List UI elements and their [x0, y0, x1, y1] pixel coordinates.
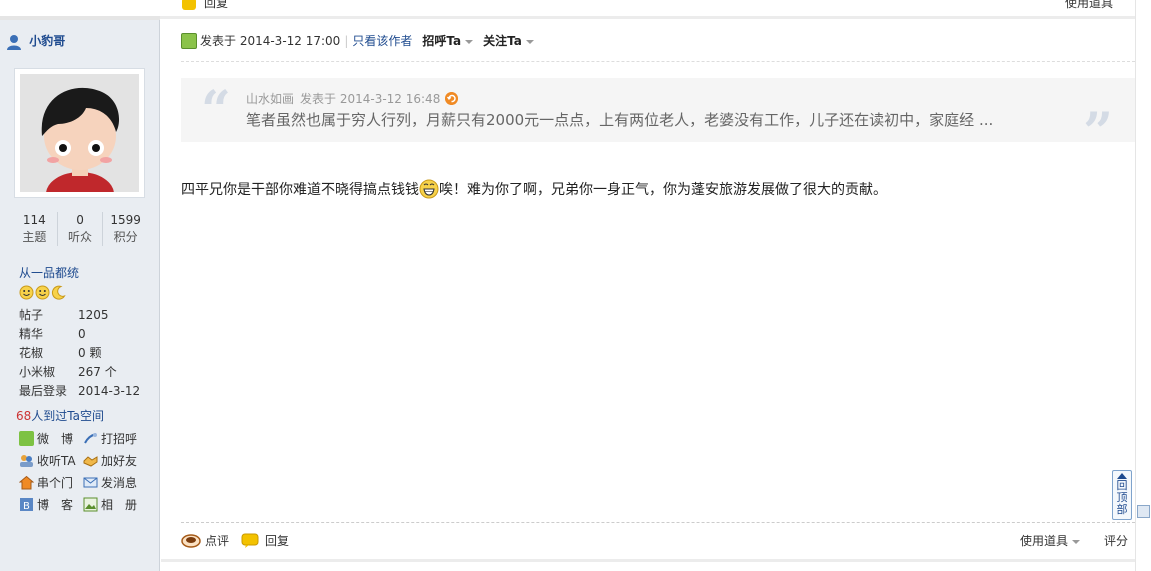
add-friend-button[interactable]: 加好友 — [83, 452, 149, 468]
follow-menu[interactable]: 关注Ta — [483, 32, 534, 49]
reply-button[interactable]: 回复 — [241, 532, 289, 549]
visit-space-button[interactable]: 串个门 — [19, 474, 83, 490]
medals — [19, 285, 66, 301]
coffee-cup-icon — [181, 533, 201, 548]
quote-text: 笔者虽然也属于穷人行列，月薪只有2000元一点点，上有两位老人，老婆没有工作，儿… — [246, 111, 994, 129]
previous-post-footer: 回复 使用道具 — [160, 0, 1135, 10]
blog-button[interactable]: B博 客 — [19, 496, 83, 512]
post-content: 四平兄你是干部你难道不晓得搞点钱钱 唉！难为你了啊，兄弟你一身正气，你为蓬安旅游… — [181, 179, 887, 199]
quote-time: 发表于 2014-3-12 16:48 — [300, 92, 441, 106]
user-group[interactable]: 从一品都统 — [19, 264, 79, 281]
author-sidebar: 小豹哥 114 主题 0 听众 1599 积分 从一品都统 帖子 1205 精华 0 — [0, 20, 160, 571]
wave-hand-icon — [84, 432, 97, 443]
sun-medal-icon — [35, 285, 50, 300]
blog-icon: B — [20, 497, 33, 512]
post-meta: 发表于 2014-3-12 17:00 | 只看该作者 招呼Ta 关注Ta — [181, 32, 534, 49]
info-row: 最后登录 2014-3-12 — [19, 384, 141, 398]
envelope-icon — [83, 477, 98, 487]
reply-icon — [182, 0, 196, 10]
caret-down-icon — [465, 39, 474, 44]
author-actions: 微 博 打招呼 收听TA 加好友 串个门 发消息 B博 客 相 册 — [19, 430, 149, 512]
back-to-top-button[interactable]: 回顶部 — [1112, 470, 1132, 520]
post-main: 发表于 2014-3-12 17:00 | 只看该作者 招呼Ta 关注Ta “ … — [161, 20, 1135, 571]
quote-header: 山水如画 发表于 2014-3-12 16:48 — [246, 90, 459, 107]
stat-topics[interactable]: 114 主题 — [12, 212, 58, 246]
weibo-button[interactable]: 微 博 — [19, 430, 83, 446]
svg-text:B: B — [23, 501, 30, 512]
grin-emoji-icon — [419, 179, 439, 199]
right-rail — [1135, 0, 1151, 571]
caret-down-icon — [525, 39, 534, 44]
stat-points[interactable]: 1599 积分 — [103, 212, 148, 246]
caret-down-icon — [1071, 539, 1080, 544]
moon-medal-icon — [51, 285, 66, 300]
users-icon — [20, 454, 33, 467]
speech-bubble-icon — [241, 533, 259, 548]
photo-icon — [83, 497, 98, 511]
album-button[interactable]: 相 册 — [83, 496, 149, 512]
divider — [181, 522, 1135, 523]
goto-post-icon[interactable] — [445, 92, 459, 105]
online-status-icon — [181, 32, 197, 49]
comment-button[interactable]: 点评 — [181, 532, 229, 549]
prev-tools-button[interactable]: 使用道具 — [1065, 0, 1113, 10]
stat-followers[interactable]: 0 听众 — [58, 212, 104, 246]
author-stats: 114 主题 0 听众 1599 积分 — [12, 212, 148, 246]
weibo-icon — [19, 430, 34, 446]
avatar[interactable] — [14, 68, 145, 198]
author-name[interactable]: 小豹哥 — [6, 32, 65, 50]
only-author-link[interactable]: 只看该作者 — [352, 32, 412, 49]
post-time: 发表于 2014-3-12 17:00 — [200, 34, 341, 48]
divider — [181, 61, 1135, 62]
greet-button[interactable]: 打招呼 — [83, 430, 149, 446]
home-icon — [19, 475, 34, 489]
open-quote-icon: “ — [201, 80, 231, 141]
divider — [160, 16, 1135, 19]
rate-button[interactable]: 评分 — [1104, 532, 1128, 549]
user-icon — [7, 34, 21, 50]
use-tools-menu[interactable]: 使用道具 — [1020, 532, 1080, 549]
info-row: 帖子 1205 — [19, 308, 109, 322]
info-row: 小米椒 267 个 — [19, 365, 117, 379]
list-view-icon[interactable] — [1137, 505, 1150, 518]
close-quote-icon: ” — [1083, 102, 1113, 163]
info-row: 精华 0 — [19, 327, 86, 341]
space-visits-link[interactable]: 68人到过Ta空间 — [16, 407, 104, 424]
author-info: 帖子 1205 精华 0 花椒 0 颗 小米椒 267 个 最后登录 2014-3-12 — [19, 306, 154, 401]
sun-medal-icon — [19, 285, 34, 300]
avatar-image — [20, 74, 139, 192]
quote-block: “ 山水如画 发表于 2014-3-12 16:48 笔者虽然也属于穷人行列，月… — [181, 78, 1135, 163]
back-to-top-label: 回顶部 — [1116, 479, 1128, 516]
greet-menu[interactable]: 招呼Ta — [422, 32, 474, 49]
post-footer: 点评 回复 使用道具 评分 — [181, 530, 1128, 552]
info-row: 花椒 0 颗 — [19, 346, 102, 360]
follow-button[interactable]: 收听TA — [19, 452, 83, 468]
divider — [161, 559, 1135, 562]
handshake-icon — [83, 455, 98, 467]
send-message-button[interactable]: 发消息 — [83, 474, 149, 490]
quote-author: 山水如画 — [246, 92, 295, 106]
cartoon-avatar-icon — [20, 74, 139, 192]
prev-reply-button[interactable]: 回复 — [182, 0, 228, 10]
